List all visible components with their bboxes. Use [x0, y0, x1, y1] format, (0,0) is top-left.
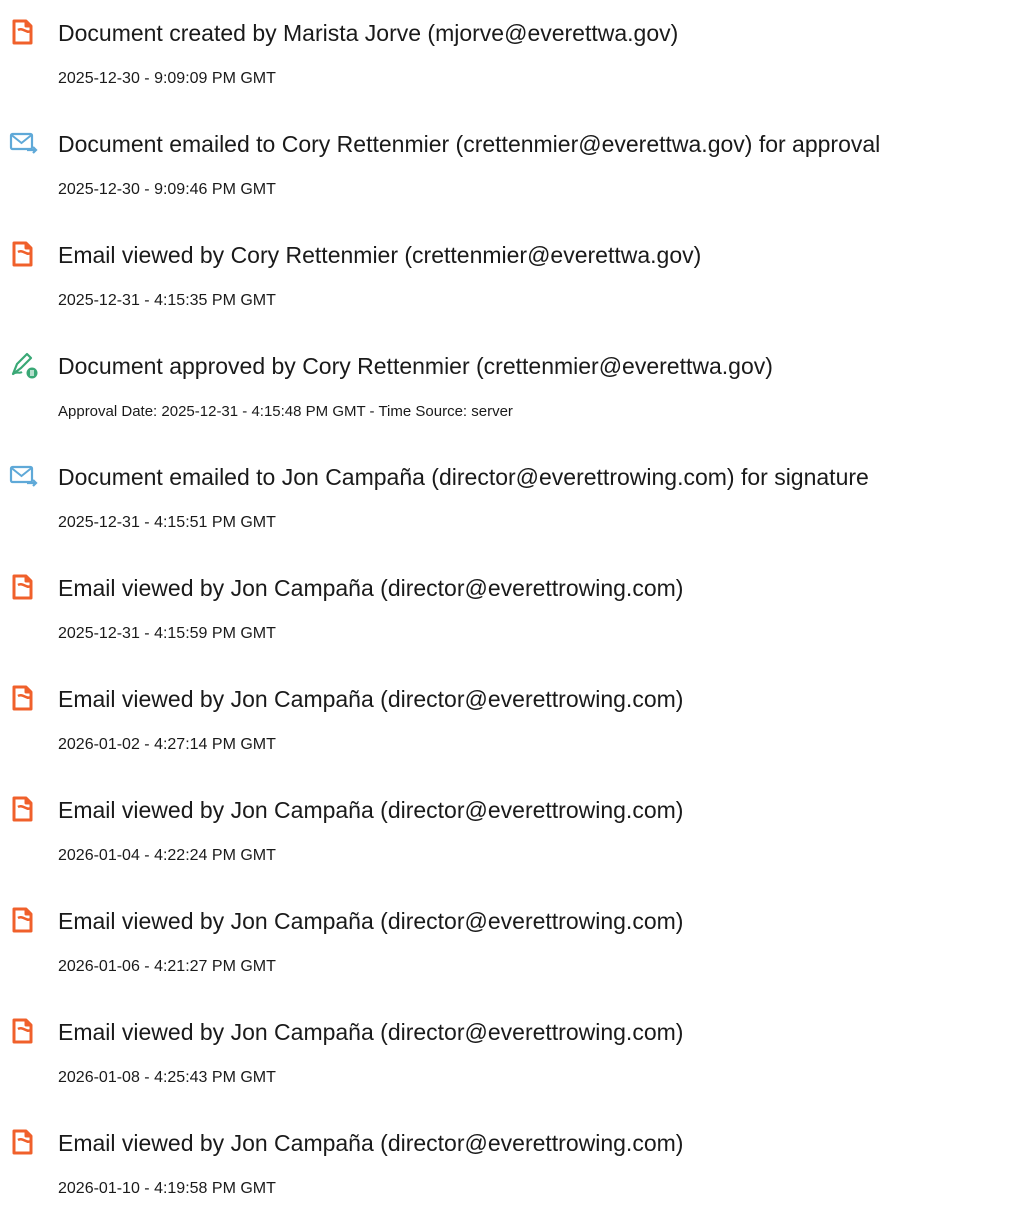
audit-event: Email viewed by Jon Campaña (director@ev… [0, 563, 1011, 653]
audit-event: Email viewed by Jon Campaña (director@ev… [0, 674, 1011, 764]
event-title: Email viewed by Jon Campaña (director@ev… [58, 1019, 684, 1045]
audit-event: Document emailed to Cory Rettenmier (cre… [0, 119, 1011, 209]
event-title: Document emailed to Cory Rettenmier (cre… [58, 131, 881, 157]
audit-event: Email viewed by Jon Campaña (director@ev… [0, 1007, 1011, 1097]
document-viewed-icon [9, 239, 39, 269]
event-timestamp: 2026-01-02 - 4:27:14 PM GMT [58, 736, 276, 753]
document-viewed-icon [9, 905, 39, 935]
event-title: Document created by Marista Jorve (mjorv… [58, 20, 679, 46]
audit-event: Document created by Marista Jorve (mjorv… [0, 8, 1011, 98]
event-timestamp: 2025-12-31 - 4:15:35 PM GMT [58, 292, 276, 309]
audit-event: Email viewed by Jon Campaña (director@ev… [0, 785, 1011, 875]
event-timestamp: 2025-12-30 - 9:09:09 PM GMT [58, 70, 276, 87]
event-title: Email viewed by Jon Campaña (director@ev… [58, 1130, 684, 1156]
event-title: Email viewed by Jon Campaña (director@ev… [58, 797, 684, 823]
event-timestamp: 2025-12-30 - 9:09:46 PM GMT [58, 181, 276, 198]
event-title: Email viewed by Jon Campaña (director@ev… [58, 686, 684, 712]
document-viewed-icon [9, 1127, 39, 1157]
document-viewed-icon [9, 683, 39, 713]
event-approval-detail: Approval Date: 2025-12-31 - 4:15:48 PM G… [58, 403, 513, 420]
event-timestamp: 2026-01-06 - 4:21:27 PM GMT [58, 958, 276, 975]
audit-event: Email viewed by Jon Campaña (director@ev… [0, 1118, 1011, 1208]
audit-event: Email viewed by Cory Rettenmier (cretten… [0, 230, 1011, 320]
email-sent-icon [9, 461, 39, 491]
audit-event: Document emailed to Jon Campaña (directo… [0, 452, 1011, 542]
event-timestamp: 2025-12-31 - 4:15:59 PM GMT [58, 625, 276, 642]
event-title: Email viewed by Jon Campaña (director@ev… [58, 908, 684, 934]
email-sent-icon [9, 128, 39, 158]
document-viewed-icon [9, 572, 39, 602]
event-timestamp: 2026-01-04 - 4:22:24 PM GMT [58, 847, 276, 864]
document-viewed-icon [9, 794, 39, 824]
event-title: Document emailed to Jon Campaña (directo… [58, 464, 869, 490]
event-timestamp: 2026-01-10 - 4:19:58 PM GMT [58, 1180, 276, 1197]
approval-pen-icon [9, 350, 39, 380]
audit-event: Email viewed by Jon Campaña (director@ev… [0, 896, 1011, 986]
event-title: Email viewed by Jon Campaña (director@ev… [58, 575, 684, 601]
event-timestamp: 2026-01-08 - 4:25:43 PM GMT [58, 1069, 276, 1086]
audit-event: Document approved by Cory Rettenmier (cr… [0, 341, 1011, 431]
event-title: Email viewed by Cory Rettenmier (cretten… [58, 242, 702, 268]
document-created-icon [9, 17, 39, 47]
document-viewed-icon [9, 1016, 39, 1046]
event-timestamp: 2025-12-31 - 4:15:51 PM GMT [58, 514, 276, 531]
event-title: Document approved by Cory Rettenmier (cr… [58, 353, 773, 379]
